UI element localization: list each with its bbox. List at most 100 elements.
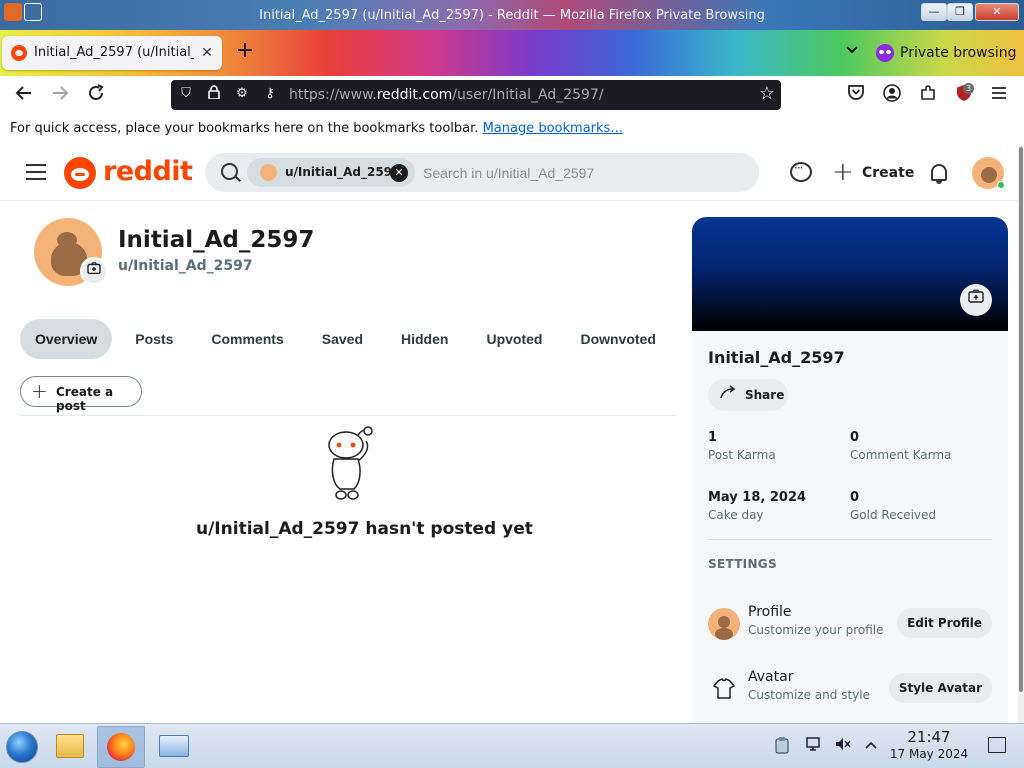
manage-bookmarks-link[interactable]: Manage bookmarks… — [483, 121, 624, 136]
maximize-button[interactable]: ❐ — [947, 3, 973, 21]
back-button[interactable] — [12, 84, 36, 108]
arrow-left-icon — [15, 86, 31, 100]
settings-profile-subtitle: Customize your profile — [748, 623, 884, 637]
gold-received-label: Gold Received — [850, 508, 937, 522]
sidebar-username: Initial_Ad_2597 — [708, 348, 845, 367]
add-banner-photo-icon[interactable] — [960, 284, 992, 316]
sidebar-divider — [708, 539, 992, 540]
search-input[interactable] — [423, 163, 743, 183]
edit-profile-button[interactable]: Edit Profile — [897, 608, 992, 638]
url-text[interactable]: https://www.reddit.com/user/Initial_Ad_2… — [289, 87, 604, 103]
tab-overview[interactable]: Overview — [20, 319, 113, 359]
nav-menu-icon[interactable] — [26, 164, 46, 180]
online-status-dot — [997, 181, 1005, 189]
extensions-puzzle-icon[interactable] — [917, 84, 939, 106]
control-panel-icon — [159, 735, 189, 757]
create-post-button[interactable]: + Create a post — [20, 376, 142, 413]
create-post-label: Create a post — [56, 385, 114, 413]
search-scope-chip[interactable]: u/Initial_Ad_2597 ✕ — [247, 158, 415, 187]
reddit-favicon-icon — [11, 45, 27, 61]
cake-day-label: Cake day — [708, 508, 764, 522]
chevron-up-icon[interactable] — [861, 736, 881, 756]
key-icon[interactable]: ⚷ — [261, 85, 279, 103]
window-titlebar: Initial_Ad_2597 (u/Initial_Ad_2597) - Re… — [0, 0, 1024, 30]
tab-downvoted[interactable]: Downvoted — [565, 319, 670, 359]
search-icon — [221, 163, 238, 180]
reddit-header: reddit u/Initial_Ad_2597 ✕ + Create — [0, 145, 1018, 201]
tab-close-icon[interactable]: ✕ — [198, 44, 216, 62]
account-icon[interactable] — [881, 84, 903, 106]
extension-badge: 3 — [963, 83, 974, 94]
pocket-icon[interactable] — [845, 84, 867, 106]
start-button[interactable] — [0, 726, 44, 768]
shield-icon[interactable]: ⛉ — [177, 85, 195, 103]
snoo-mascot-icon — [328, 426, 373, 500]
reload-icon — [89, 84, 104, 100]
url-prefix: https://www. — [289, 87, 377, 103]
network-tray-icon[interactable] — [803, 736, 823, 756]
bookmarks-toolbar: For quick access, place your bookmarks h… — [0, 114, 1024, 144]
url-path: /user/Initial_Ad_2597/ — [452, 87, 604, 103]
profile-handle: u/Initial_Ad_2597 — [118, 258, 253, 274]
os-taskbar: 21:47 17 May 2024 — [0, 723, 1024, 768]
clipboard-tray-icon[interactable] — [772, 736, 792, 756]
plus-icon: + — [832, 157, 854, 187]
reddit-logo-text[interactable]: reddit — [103, 156, 193, 187]
private-browsing-label: Private browsing — [900, 45, 1017, 61]
empty-state-message: u/Initial_Ad_2597 hasn't posted yet — [196, 519, 533, 539]
show-desktop-icon[interactable] — [988, 737, 1006, 753]
taskbar-file-manager[interactable] — [46, 726, 94, 768]
firefox-icon — [107, 733, 135, 761]
close-window-button[interactable]: ✕ — [975, 3, 1019, 21]
clock-date[interactable]: 17 May 2024 — [886, 747, 972, 761]
profile-avatar-icon — [708, 608, 740, 640]
scrollbar-thumb[interactable] — [1019, 147, 1023, 692]
tab-strip: Initial_Ad_2597 (u/Initial_Ad_2597) - Re… — [0, 30, 1024, 76]
content-divider — [20, 415, 676, 416]
cake-day-value: May 18, 2024 — [708, 490, 807, 505]
notifications-bell-icon[interactable] — [931, 164, 947, 184]
style-avatar-button[interactable]: Style Avatar — [888, 673, 992, 703]
bookmarks-hint: For quick access, place your bookmarks h… — [10, 121, 623, 136]
settings-heading: SETTINGS — [708, 557, 777, 571]
window-title: Initial_Ad_2597 (u/Initial_Ad_2597) - Re… — [259, 8, 765, 23]
clock-time[interactable]: 21:47 — [890, 728, 968, 746]
create-button[interactable]: + Create — [826, 157, 914, 189]
list-all-tabs-button[interactable] — [842, 44, 862, 62]
comment-karma-label: Comment Karma — [850, 448, 952, 462]
reload-button[interactable] — [84, 84, 108, 108]
browser-tab-active[interactable]: Initial_Ad_2597 (u/Initial_Ad_2597) - Re… — [2, 36, 222, 70]
bookmark-star-icon[interactable]: ☆ — [759, 85, 775, 103]
page-scrollbar[interactable] — [1018, 145, 1024, 723]
bookmarks-hint-text: For quick access, place your bookmarks h… — [10, 121, 479, 136]
settings-profile-title: Profile — [748, 604, 792, 620]
tab-hidden[interactable]: Hidden — [386, 319, 463, 359]
profile-sidebar-card: Initial_Ad_2597 Share 1 Post Karma 0 Com… — [692, 217, 1008, 723]
permissions-icon[interactable]: ⚙ — [233, 85, 251, 103]
search-bar[interactable]: u/Initial_Ad_2597 ✕ — [205, 153, 759, 192]
reddit-logo-icon[interactable] — [64, 157, 96, 189]
taskbar-control-panel[interactable] — [150, 726, 198, 768]
lock-icon[interactable] — [205, 85, 223, 103]
forward-button[interactable] — [48, 84, 72, 108]
volume-muted-icon[interactable] — [833, 736, 853, 756]
navigation-toolbar: ⛉ ⚙ ⚷ https://www.reddit.com/user/Initia… — [0, 76, 1024, 114]
minimize-button[interactable]: — — [921, 3, 947, 21]
add-photo-icon[interactable] — [80, 257, 108, 285]
clear-scope-icon[interactable]: ✕ — [390, 164, 408, 182]
share-button[interactable]: Share — [708, 379, 788, 411]
url-bar[interactable]: ⛉ ⚙ ⚷ https://www.reddit.com/user/Initia… — [171, 80, 781, 110]
settings-row-profile: Profile Customize your profile Edit Prof… — [708, 604, 992, 644]
tab-saved[interactable]: Saved — [307, 319, 378, 359]
taskbar-firefox[interactable] — [97, 726, 145, 768]
chevron-down-icon — [846, 46, 858, 54]
new-tab-button[interactable]: + — [234, 40, 256, 64]
app-menu-hamburger-icon[interactable] — [988, 84, 1010, 106]
tab-comments[interactable]: Comments — [196, 319, 298, 359]
tab-upvoted[interactable]: Upvoted — [471, 319, 557, 359]
private-mask-icon — [876, 44, 894, 62]
reddit-page: reddit u/Initial_Ad_2597 ✕ + Create Init… — [0, 145, 1018, 723]
chat-icon[interactable] — [790, 161, 812, 182]
folder-icon — [56, 734, 84, 758]
tab-posts[interactable]: Posts — [120, 319, 188, 359]
